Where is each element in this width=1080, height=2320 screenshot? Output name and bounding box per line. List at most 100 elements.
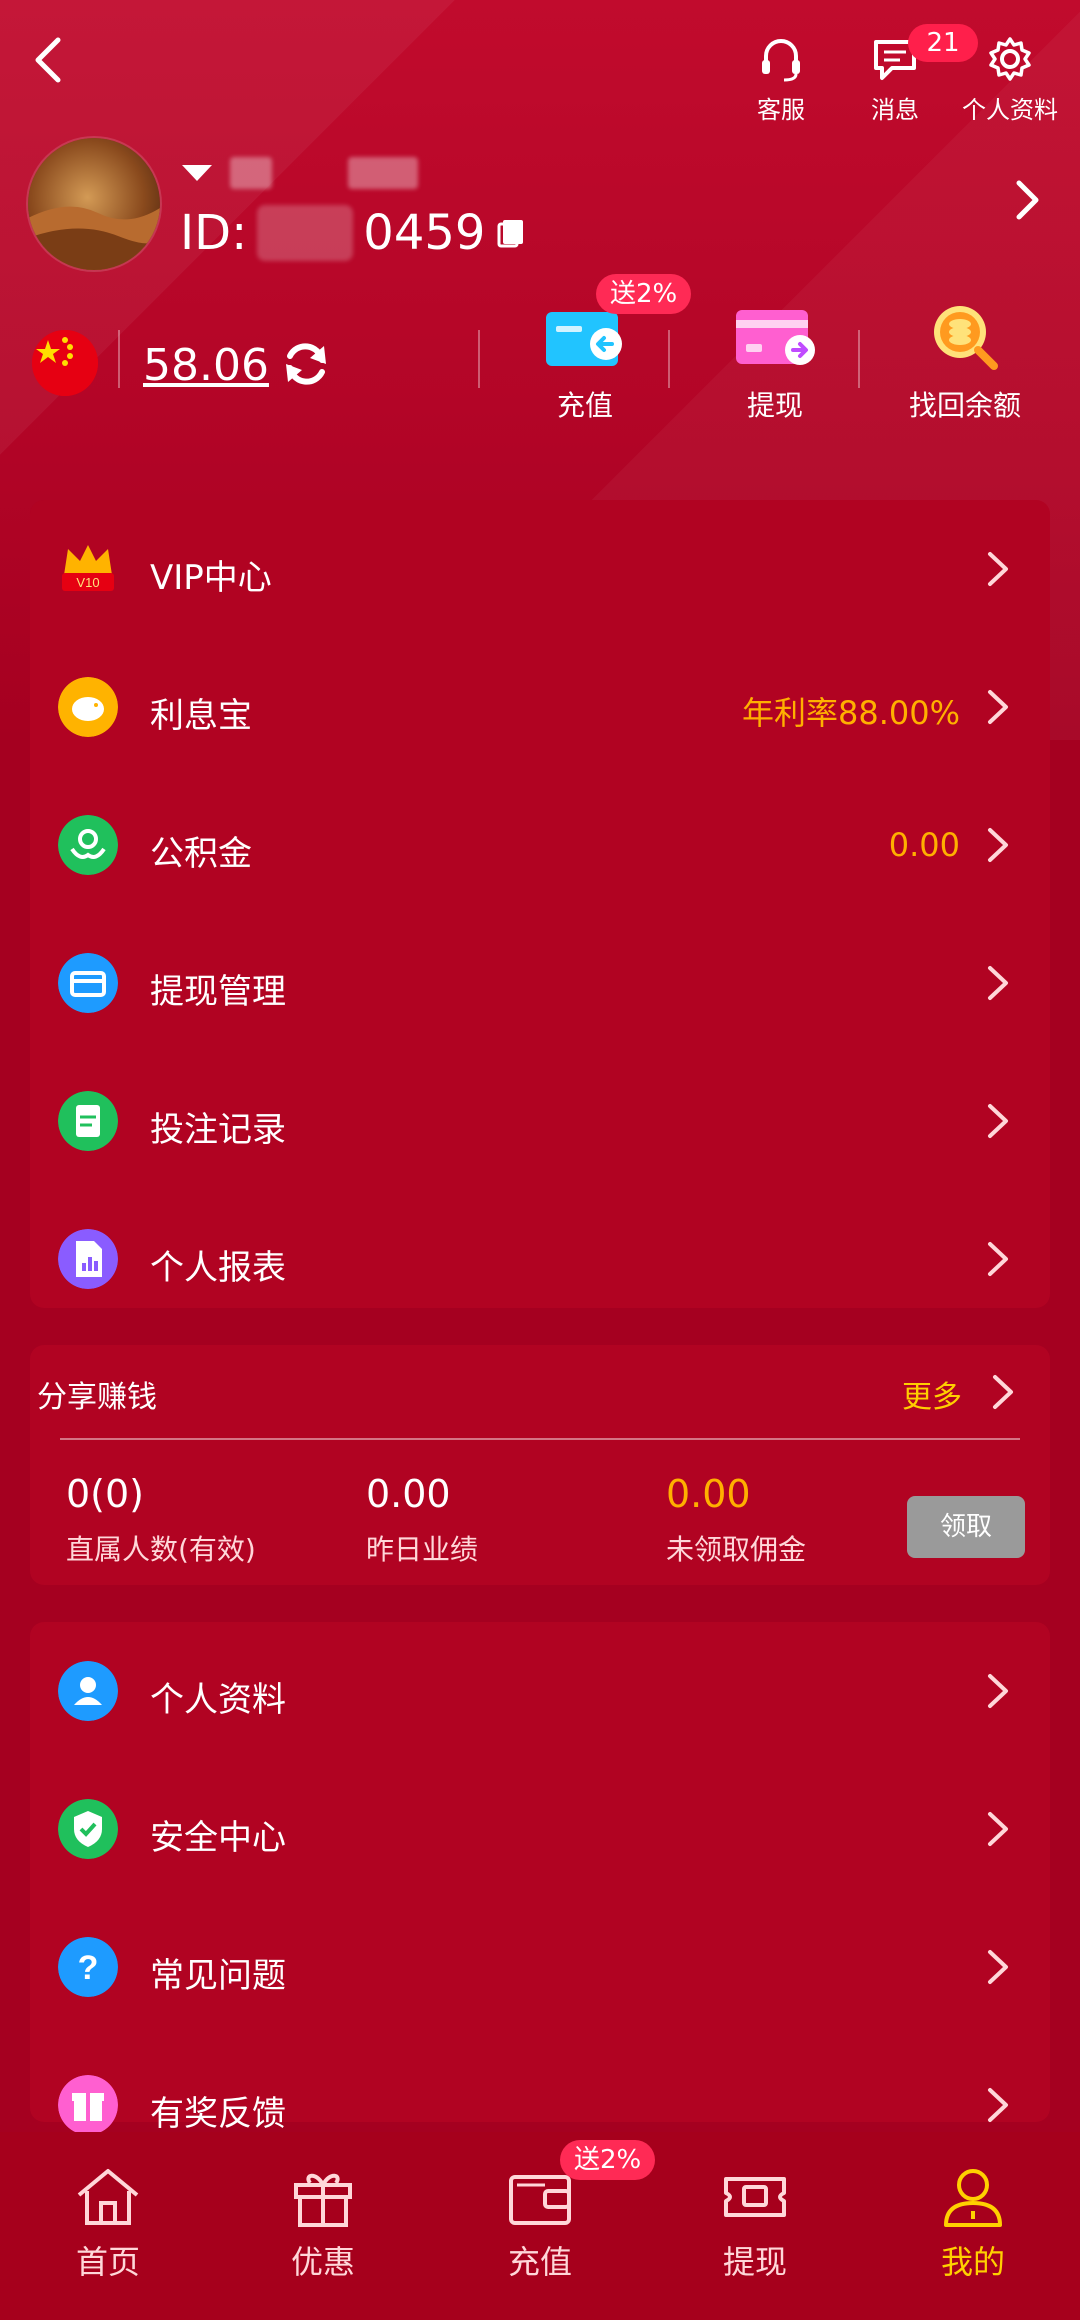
piggy-bank-icon	[58, 677, 118, 737]
interest-rate-value: 年利率88.00%	[741, 694, 960, 732]
username-row[interactable]	[180, 150, 418, 196]
nav-deposit-promo-badge: 送2%	[560, 2140, 656, 2180]
gift-box-icon	[294, 2173, 352, 2227]
nav-deposit[interactable]: 充值	[475, 2165, 605, 2283]
wallet-icon	[509, 2175, 571, 2225]
chevron-right-icon	[988, 966, 1008, 1000]
customer-service-button[interactable]: 客服	[726, 34, 836, 125]
balance-amount[interactable]: 58.06	[143, 340, 269, 391]
nav-withdraw[interactable]: 提现	[690, 2165, 820, 2283]
chevron-right-icon[interactable]	[990, 1373, 1016, 1411]
fund-value: 0.00	[888, 826, 960, 864]
card-icon	[58, 953, 118, 1013]
svg-text:V10: V10	[76, 575, 99, 590]
withdraw-card-icon	[734, 304, 816, 370]
nav-mine[interactable]: 我的	[908, 2165, 1038, 2283]
menu-item-interest[interactable]: 利息宝 年利率88.00%	[30, 638, 1050, 776]
menu-item-label: 安全中心	[150, 1818, 286, 1858]
account-menu-card: 个人资料 安全中心 ? 常见问题 有奖反馈	[30, 1622, 1050, 2135]
question-icon: ?	[58, 1937, 118, 1997]
profile-settings-label: 个人资料	[962, 96, 1058, 124]
profile-detail-button[interactable]	[1002, 175, 1052, 225]
gear-icon	[989, 37, 1031, 81]
menu-item-label: VIP中心	[150, 558, 272, 598]
messages-label: 消息	[871, 96, 919, 124]
blurred-id	[257, 205, 354, 261]
menu-item-label: 公积金	[150, 834, 252, 874]
coin-search-icon	[924, 304, 1006, 370]
deposit-promo-badge: 送2%	[596, 274, 692, 314]
share-more-link[interactable]: 更多	[902, 1372, 962, 1416]
divider	[668, 330, 670, 388]
copy-icon[interactable]	[495, 216, 529, 250]
nav-promotions[interactable]: 优惠	[258, 2165, 388, 2283]
home-icon	[77, 2169, 139, 2225]
user-id: ID: 0459	[180, 205, 529, 261]
divider	[858, 330, 860, 388]
blurred-username	[230, 157, 272, 189]
chevron-right-icon	[988, 552, 1008, 586]
withdraw-button[interactable]: 提现	[700, 304, 850, 424]
divider	[118, 330, 120, 388]
menu-item-label: 个人资料	[150, 1680, 286, 1720]
blurred-username-part	[348, 157, 418, 189]
menu-item-withdraw-manage[interactable]: 提现管理	[30, 914, 1050, 1052]
yesterday-performance-label: 昨日业绩	[366, 1533, 479, 1566]
chevron-left-icon	[35, 37, 61, 83]
menu-item-label: 提现管理	[150, 972, 286, 1012]
chevron-right-icon	[988, 1674, 1008, 1708]
chevron-right-icon	[1016, 180, 1039, 220]
menu-item-label: 个人报表	[150, 1248, 286, 1288]
chevron-right-icon	[988, 828, 1008, 862]
chevron-right-icon	[988, 690, 1008, 724]
chevron-right-icon	[988, 2088, 1008, 2122]
direct-members-value: 0(0)	[66, 1472, 145, 1516]
svg-text:?: ?	[78, 1949, 99, 1987]
direct-members-label: 直属人数(有效)	[66, 1533, 256, 1566]
menu-item-vip[interactable]: V10 VIP中心	[30, 500, 1050, 638]
profile-settings-button[interactable]: 个人资料	[955, 34, 1065, 125]
nav-mine-label: 我的	[940, 2243, 1005, 2281]
nav-deposit-label: 充值	[507, 2243, 572, 2281]
nav-home-label: 首页	[75, 2243, 140, 2281]
report-icon	[58, 1229, 118, 1289]
desert-photo-icon	[28, 206, 160, 270]
chevron-right-icon	[988, 1104, 1008, 1138]
deposit-button[interactable]: 充值	[510, 304, 660, 424]
recover-balance-label: 找回余额	[908, 389, 1021, 422]
yesterday-performance-value: 0.00	[366, 1472, 451, 1516]
avatar[interactable]	[28, 138, 160, 270]
back-button[interactable]	[18, 30, 78, 90]
nav-withdraw-label: 提现	[722, 2243, 787, 2281]
refresh-icon[interactable]	[280, 338, 332, 390]
menu-item-bet-records[interactable]: 投注记录	[30, 1052, 1050, 1190]
menu-item-profile[interactable]: 个人资料	[30, 1622, 1050, 1760]
menu-item-fund[interactable]: 公积金 0.00	[30, 776, 1050, 914]
user-id-prefix: ID:	[180, 205, 248, 261]
fund-icon	[58, 815, 118, 875]
withdraw-label: 提现	[746, 389, 803, 422]
chevron-right-icon	[988, 1812, 1008, 1846]
menu-item-label: 有奖反馈	[150, 2094, 286, 2134]
china-flag-icon	[32, 330, 98, 396]
nav-home[interactable]: 首页	[43, 2165, 173, 2283]
recover-balance-button[interactable]: 找回余额	[890, 304, 1040, 424]
claim-button[interactable]: 领取	[907, 1496, 1025, 1558]
caret-down-icon	[182, 165, 212, 181]
customer-service-label: 客服	[757, 96, 805, 124]
menu-item-report[interactable]: 个人报表	[30, 1190, 1050, 1328]
menu-item-label: 投注记录	[150, 1110, 286, 1150]
unclaimed-commission-label: 未领取佣金	[666, 1533, 807, 1566]
record-icon	[58, 1091, 118, 1151]
vip-crown-icon: V10	[62, 545, 114, 591]
menu-item-security[interactable]: 安全中心	[30, 1760, 1050, 1898]
divider	[478, 330, 480, 388]
share-title: 分享赚钱	[37, 1380, 157, 1415]
chevron-right-icon	[988, 1242, 1008, 1276]
unclaimed-commission-value: 0.00	[666, 1472, 751, 1516]
menu-item-label: 常见问题	[150, 1956, 286, 1996]
cash-icon	[724, 2177, 786, 2217]
headset-icon	[762, 39, 800, 82]
menu-item-faq[interactable]: ? 常见问题	[30, 1898, 1050, 2036]
user-icon	[58, 1661, 118, 1721]
